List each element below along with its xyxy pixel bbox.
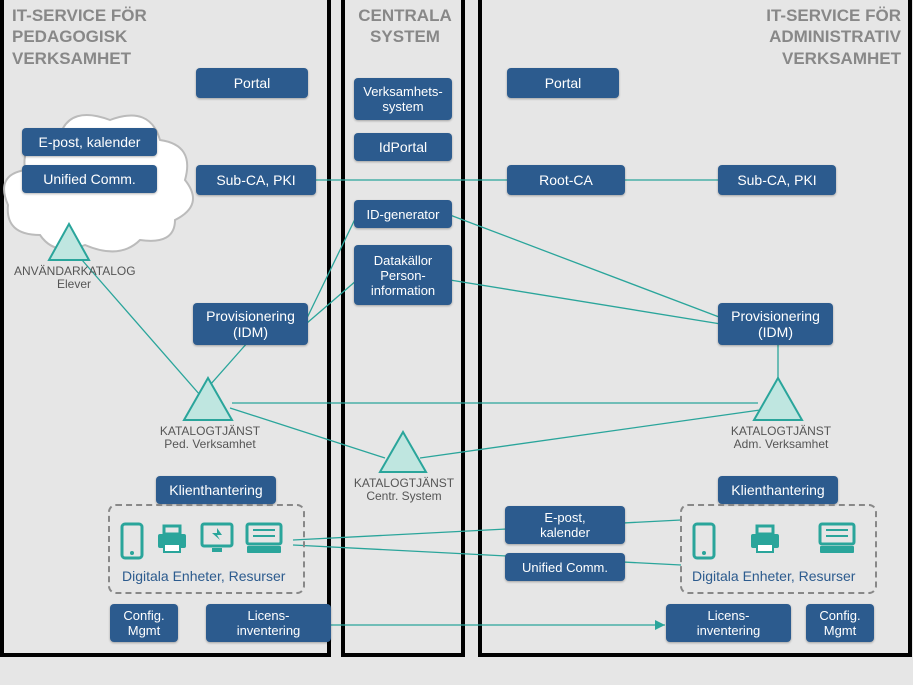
label-adm-catalog: KATALOGTJÄNSTAdm. Verksamhet [726, 425, 836, 451]
panel-title-center: CENTRALASYSTEM [355, 5, 455, 48]
triangle-user-catalog [47, 222, 91, 262]
printer-icon [748, 524, 782, 554]
box-subca-right: Sub-CA, PKI [718, 165, 836, 195]
box-epost-right: E-post,kalender [505, 506, 625, 544]
box-rootca: Root-CA [507, 165, 625, 195]
panel-title-left: IT-SERVICE FÖRPEDAGOGISKVERKSAMHET [12, 5, 147, 69]
box-epost-left: E-post, kalender [22, 128, 157, 156]
devices-label-left: Digitala Enheter, Resurser [122, 568, 285, 584]
box-klient-left: Klienthantering [156, 476, 276, 504]
box-portal-right: Portal [507, 68, 619, 98]
keyboard-icon [245, 522, 283, 554]
box-config-left: Config.Mgmt [110, 604, 178, 642]
box-verksamhets: Verksamhets-system [354, 78, 452, 120]
phone-icon [120, 522, 144, 560]
box-config-right: Config.Mgmt [806, 604, 874, 642]
box-uc-left: Unified Comm. [22, 165, 157, 193]
box-licens-left: Licens-inventering [206, 604, 331, 642]
monitor-icon [200, 522, 234, 554]
box-idgen: ID-generator [354, 200, 452, 228]
label-center-catalog: KATALOGTJÄNSTCentr. System [352, 477, 456, 503]
box-prov-left: Provisionering(IDM) [193, 303, 308, 345]
box-idportal: IdPortal [354, 133, 452, 161]
panel-title-right: IT-SERVICE FÖRADMINISTRATIVVERKSAMHET [766, 5, 901, 69]
printer-icon [155, 524, 189, 554]
keyboard-icon [818, 522, 856, 554]
box-uc-right: Unified Comm. [505, 553, 625, 581]
box-licens-right: Licens-inventering [666, 604, 791, 642]
label-user-catalog: ANVÄNDARKATALOGElever [14, 265, 134, 291]
box-datak: DatakällorPerson-information [354, 245, 452, 305]
label-ped-catalog: KATALOGTJÄNSTPed. Verksamhet [155, 425, 265, 451]
box-klient-right: Klienthantering [718, 476, 838, 504]
phone-icon [692, 522, 716, 560]
devices-label-right: Digitala Enheter, Resurser [692, 568, 855, 584]
box-portal-left: Portal [196, 68, 308, 98]
triangle-ped-catalog [182, 376, 234, 422]
triangle-adm-catalog [752, 376, 804, 422]
triangle-center-catalog [378, 430, 428, 474]
box-prov-right: Provisionering(IDM) [718, 303, 833, 345]
box-subca-left: Sub-CA, PKI [196, 165, 316, 195]
